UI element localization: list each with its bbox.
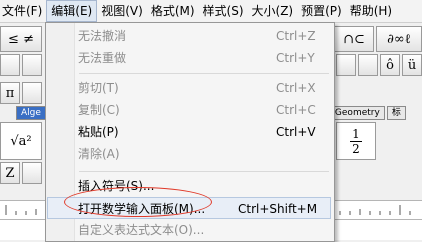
- fraction-template-button[interactable]: 1 2: [336, 122, 376, 160]
- dots-template-button[interactable]: ü: [402, 54, 422, 76]
- infinity-symbol: ∞: [393, 31, 405, 47]
- menu-separator: [79, 73, 329, 74]
- template-button[interactable]: [22, 162, 42, 184]
- leq-symbol: ≤: [8, 31, 19, 47]
- pi-button[interactable]: π: [0, 82, 20, 104]
- template-button[interactable]: [22, 82, 42, 104]
- menu-format[interactable]: 格式(M): [147, 0, 199, 22]
- menu-item-label: 自定义表达式文本(O)...: [78, 223, 205, 237]
- template-button[interactable]: [336, 54, 356, 76]
- template-button[interactable]: [0, 54, 20, 76]
- fraction-denominator: 2: [350, 140, 362, 156]
- hat-template-button[interactable]: ô: [380, 54, 400, 76]
- menu-item-paste[interactable]: 粘贴(P) Ctrl+V: [47, 121, 331, 143]
- relations-palette-button[interactable]: ≤ ≠: [0, 26, 42, 52]
- fraction-numerator: 1: [352, 126, 360, 141]
- menu-item-label: 复制(C): [78, 103, 120, 117]
- ell-symbol: ℓ: [404, 32, 411, 47]
- hat-symbol: ô: [386, 57, 394, 73]
- menu-item-shortcut: Ctrl+Shift+M: [238, 202, 318, 216]
- tab-algebra[interactable]: Alge: [16, 106, 46, 120]
- menu-edit[interactable]: 编辑(E): [46, 0, 98, 22]
- symbol-palette-row5: Z: [0, 162, 44, 184]
- menu-item-label: 粘贴(P): [78, 125, 119, 139]
- menu-file[interactable]: 文件(F): [0, 0, 46, 22]
- menu-preferences[interactable]: 预置(P): [297, 0, 346, 22]
- set-palette-button[interactable]: ∩ ⊂: [334, 26, 374, 52]
- sqrt-template-button[interactable]: √a²: [0, 122, 42, 160]
- menu-item-shortcut: Ctrl+Z: [276, 29, 316, 43]
- menu-separator: [79, 171, 329, 172]
- menu-item-label: 剪切(T): [78, 81, 119, 95]
- highlight-annotation-oval: [64, 187, 212, 217]
- menu-item-redo[interactable]: 无法重做 Ctrl+Y: [47, 47, 331, 69]
- menu-item-shortcut: Ctrl+V: [276, 125, 316, 139]
- pi-symbol: π: [5, 85, 15, 101]
- template-button[interactable]: [22, 54, 42, 76]
- tab-geometry[interactable]: Geometry: [329, 106, 385, 120]
- menu-item-copy[interactable]: 复制(C) Ctrl+C: [47, 99, 331, 121]
- menu-view[interactable]: 视图(V): [97, 0, 147, 22]
- menu-item-shortcut: Ctrl+Y: [276, 51, 315, 65]
- tab-more[interactable]: 标: [386, 106, 406, 120]
- menu-size[interactable]: 大小(Z): [248, 0, 298, 22]
- menu-help[interactable]: 帮助(H): [346, 0, 396, 22]
- neq-symbol: ≠: [23, 31, 34, 47]
- umlaut-symbol: ü: [407, 57, 417, 73]
- menu-item-label: 清除(A): [78, 147, 120, 161]
- menu-bar: 文件(F) 编辑(E) 视图(V) 格式(M) 样式(S) 大小(Z) 预置(P…: [0, 0, 422, 23]
- menu-item-clear[interactable]: 清除(A): [47, 143, 331, 165]
- menu-item-shortcut: Ctrl+X: [276, 81, 316, 95]
- partial-symbol: ∂: [387, 31, 394, 47]
- menu-style[interactable]: 样式(S): [199, 0, 248, 22]
- menu-item-shortcut: Ctrl+C: [276, 103, 316, 117]
- misc-palette-button[interactable]: ∂ ∞ ℓ: [376, 26, 422, 52]
- sigma-button[interactable]: Z: [0, 162, 20, 184]
- menu-item-custom-expression-text[interactable]: 自定义表达式文本(O)...: [47, 219, 331, 241]
- symbol-palette-row3: π: [0, 82, 44, 104]
- template-button[interactable]: [358, 54, 378, 76]
- menu-item-undo[interactable]: 无法撤消 Ctrl+Z: [47, 25, 331, 47]
- subset-symbol: ⊂: [354, 31, 365, 47]
- menu-item-label: 无法重做: [78, 51, 127, 65]
- sigma-symbol: Z: [5, 165, 15, 181]
- menu-item-label: 无法撤消: [78, 29, 127, 43]
- intersection-symbol: ∩: [343, 31, 354, 47]
- menu-item-cut[interactable]: 剪切(T) Ctrl+X: [47, 77, 331, 99]
